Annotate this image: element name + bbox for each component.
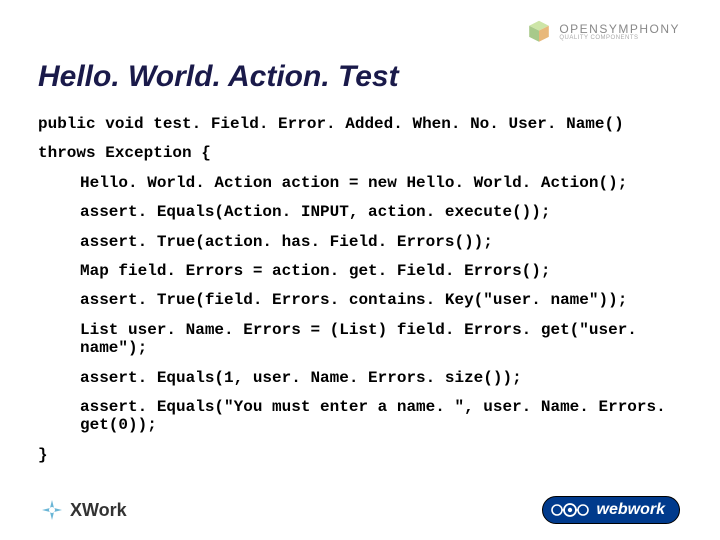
code-line: assert. True(field. Errors. contains. Ke… <box>38 291 690 309</box>
logo-sub-text: QUALITY COMPONENTS <box>559 35 680 41</box>
code-line: List user. Name. Errors = (List) field. … <box>38 321 690 358</box>
code-line: assert. True(action. has. Field. Errors(… <box>38 233 690 251</box>
xwork-logo: XWork <box>40 498 127 522</box>
code-line: Hello. World. Action action = new Hello.… <box>38 174 690 192</box>
code-block: public void test. Field. Error. Added. W… <box>38 115 690 475</box>
logo-text-group: OPENSYMPHONY QUALITY COMPONENTS <box>559 23 680 41</box>
cube-icon <box>525 18 553 46</box>
code-line: throws Exception { <box>38 144 690 162</box>
xwork-icon <box>40 498 64 522</box>
code-line: assert. Equals(1, user. Name. Errors. si… <box>38 369 690 387</box>
code-line: } <box>38 446 690 464</box>
webwork-icon <box>551 501 589 519</box>
xwork-text: XWork <box>70 500 127 521</box>
footer: XWork webwork <box>0 490 720 530</box>
page-title: Hello. World. Action. Test <box>38 60 399 94</box>
code-line: assert. Equals("You must enter a name. "… <box>38 398 690 435</box>
code-line: assert. Equals(Action. INPUT, action. ex… <box>38 203 690 221</box>
slide: OPENSYMPHONY QUALITY COMPONENTS Hello. W… <box>0 0 720 540</box>
code-line: Map field. Errors = action. get. Field. … <box>38 262 690 280</box>
opensymphony-logo: OPENSYMPHONY QUALITY COMPONENTS <box>525 18 680 46</box>
webwork-logo: webwork <box>542 496 680 524</box>
code-line: public void test. Field. Error. Added. W… <box>38 115 690 133</box>
webwork-text: webwork <box>597 501 665 519</box>
logo-main-text: OPENSYMPHONY <box>559 23 680 35</box>
